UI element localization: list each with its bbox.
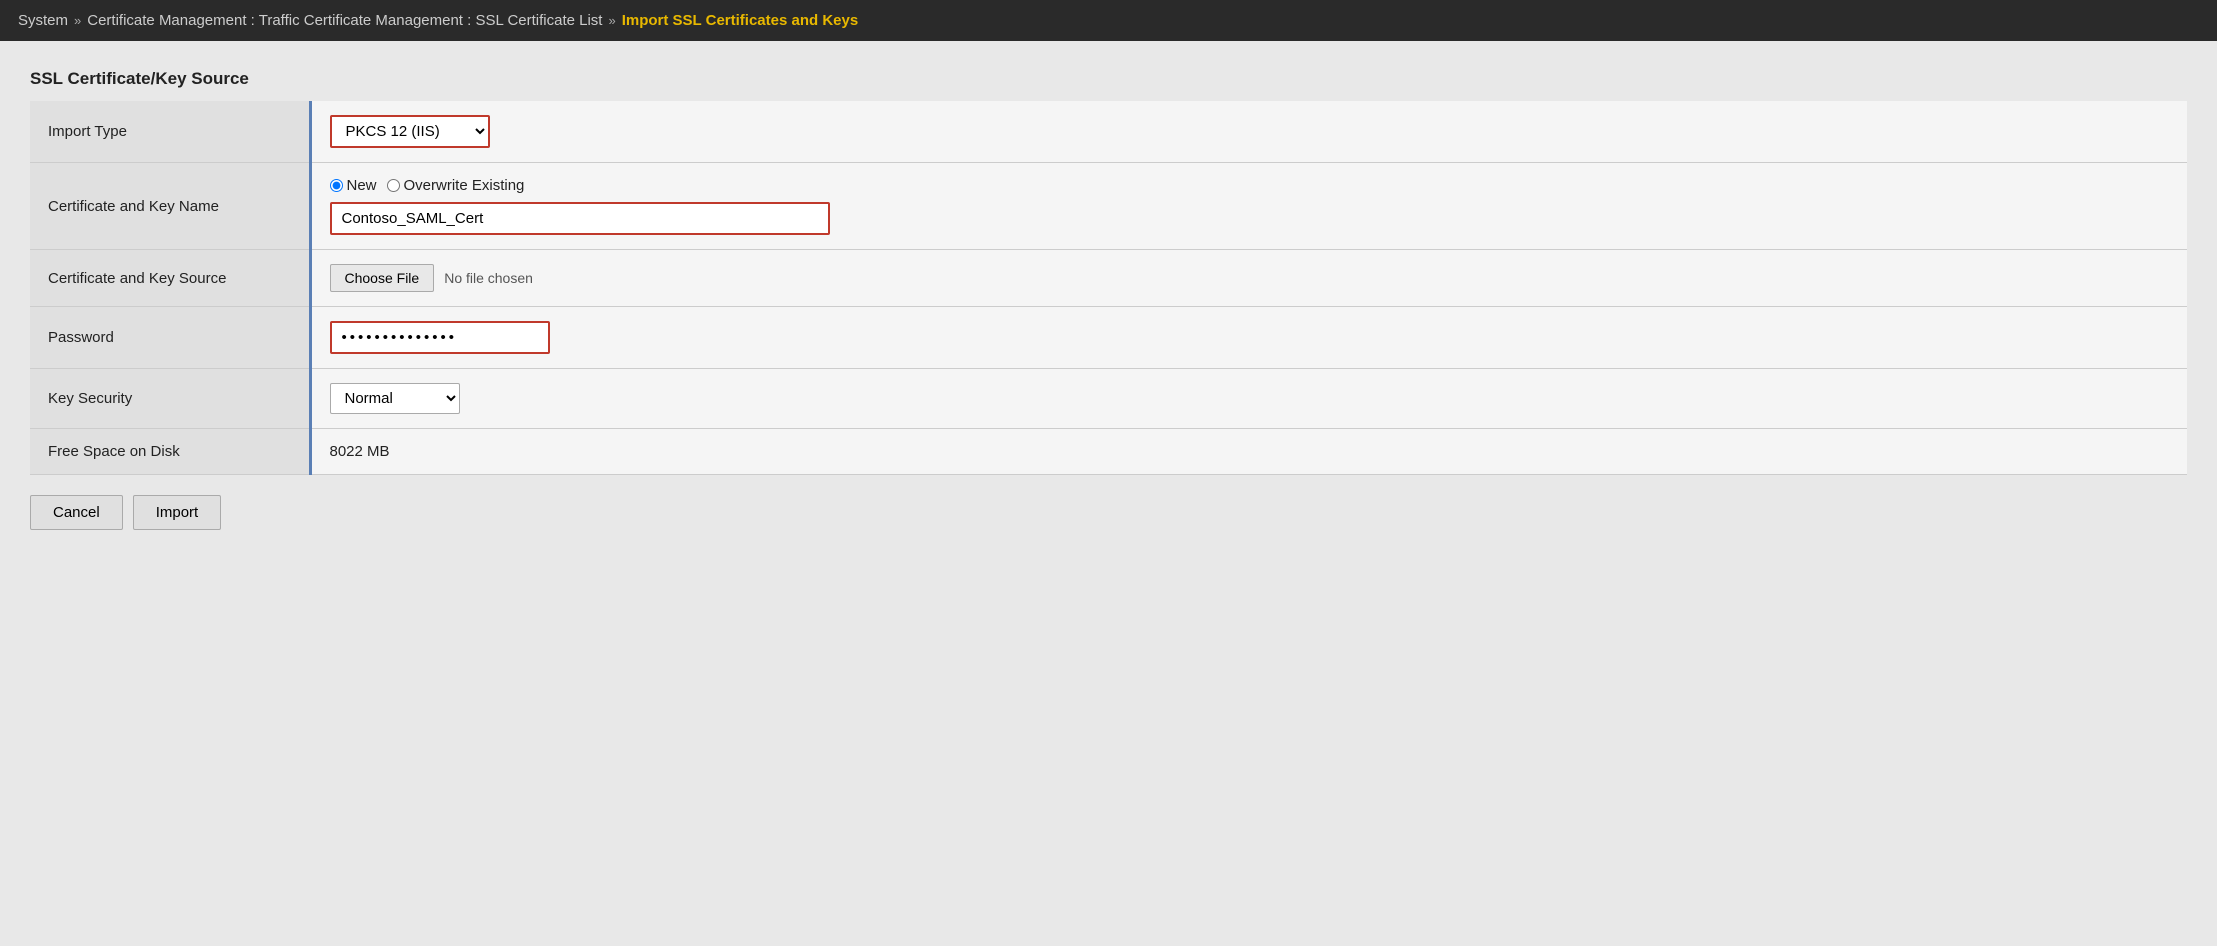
key-security-row: Key Security Normal High bbox=[30, 369, 2187, 429]
no-file-text: No file chosen bbox=[444, 270, 533, 286]
free-space-value: 8022 MB bbox=[330, 443, 390, 460]
import-type-row: Import Type PKCS 12 (IIS) Regular SCEP bbox=[30, 101, 2187, 163]
key-security-label: Key Security bbox=[30, 369, 310, 429]
import-button[interactable]: Import bbox=[133, 495, 222, 530]
password-input[interactable] bbox=[330, 321, 550, 354]
file-input-row: Choose File No file chosen bbox=[330, 264, 2170, 292]
section-title: SSL Certificate/Key Source bbox=[30, 69, 2187, 89]
radio-new-text: New bbox=[347, 177, 377, 194]
cert-key-name-row: Certificate and Key Name New Overwrite E… bbox=[30, 163, 2187, 250]
import-type-label: Import Type bbox=[30, 101, 310, 163]
radio-overwrite[interactable] bbox=[387, 179, 400, 192]
breadcrumb-system: System bbox=[18, 12, 68, 29]
breadcrumb-current: Import SSL Certificates and Keys bbox=[622, 12, 858, 29]
breadcrumb-sep1: » bbox=[74, 13, 81, 28]
cancel-button[interactable]: Cancel bbox=[30, 495, 123, 530]
cert-key-name-label: Certificate and Key Name bbox=[30, 163, 310, 250]
cert-key-source-row: Certificate and Key Source Choose File N… bbox=[30, 250, 2187, 307]
breadcrumb-cert-mgmt: Certificate Management : Traffic Certifi… bbox=[87, 12, 602, 29]
import-type-select[interactable]: PKCS 12 (IIS) Regular SCEP bbox=[330, 115, 490, 148]
radio-row: New Overwrite Existing bbox=[330, 177, 2170, 194]
choose-file-button[interactable]: Choose File bbox=[330, 264, 435, 292]
actions-bar: Cancel Import bbox=[30, 495, 2187, 530]
cert-name-input[interactable] bbox=[330, 202, 830, 235]
form-table: Import Type PKCS 12 (IIS) Regular SCEP C… bbox=[30, 101, 2187, 475]
password-label: Password bbox=[30, 307, 310, 369]
free-space-label: Free Space on Disk bbox=[30, 429, 310, 475]
password-row: Password bbox=[30, 307, 2187, 369]
radio-overwrite-label[interactable]: Overwrite Existing bbox=[387, 177, 525, 194]
key-security-select[interactable]: Normal High bbox=[330, 383, 460, 414]
breadcrumb-sep2: » bbox=[608, 13, 615, 28]
breadcrumb-bar: System » Certificate Management : Traffi… bbox=[0, 0, 2217, 41]
radio-overwrite-text: Overwrite Existing bbox=[404, 177, 525, 194]
free-space-row: Free Space on Disk 8022 MB bbox=[30, 429, 2187, 475]
radio-new-label[interactable]: New bbox=[330, 177, 377, 194]
cert-key-source-label: Certificate and Key Source bbox=[30, 250, 310, 307]
radio-new[interactable] bbox=[330, 179, 343, 192]
